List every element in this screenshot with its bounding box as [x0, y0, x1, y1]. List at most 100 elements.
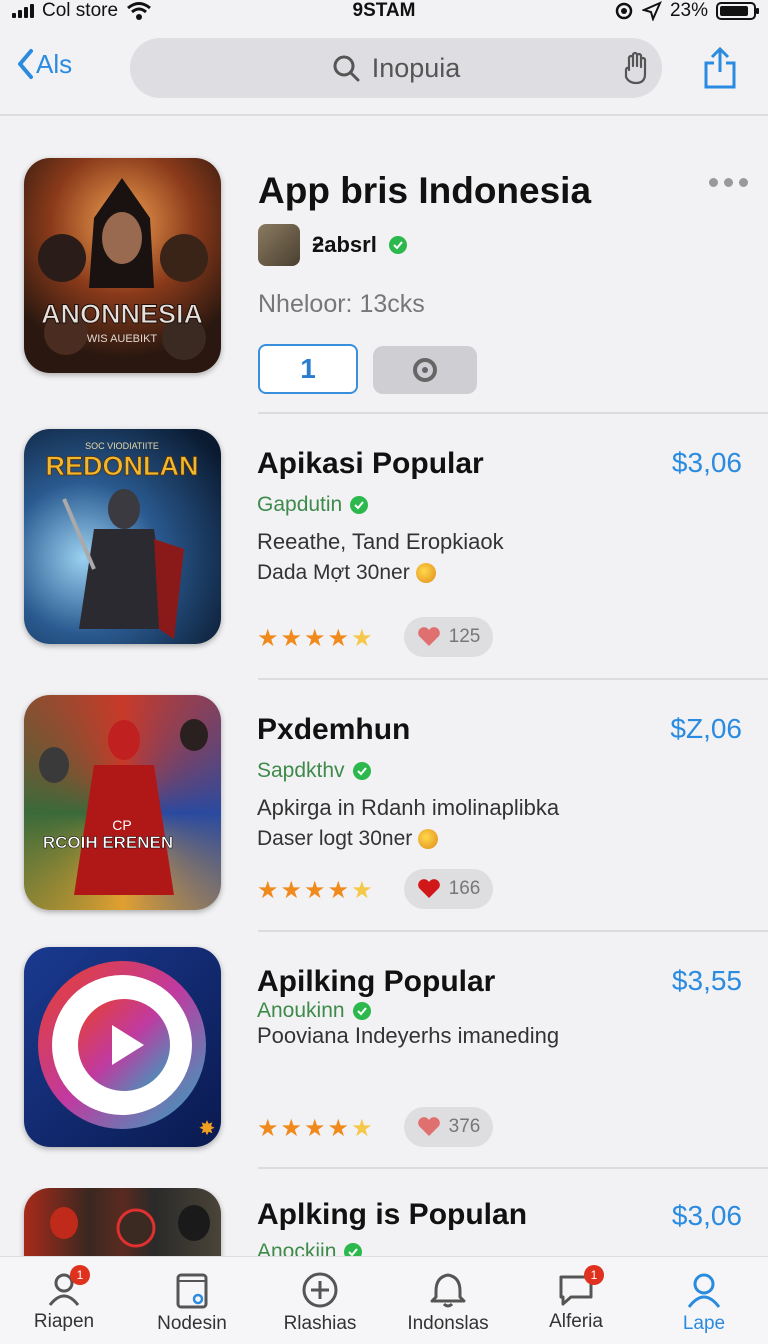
tab-lape[interactable]: Lape — [640, 1257, 768, 1344]
like-button[interactable]: 166 — [404, 869, 493, 909]
app-art-top: SOC VIODIATIITE — [85, 441, 159, 451]
app-name[interactable]: Apikasi Popular — [257, 447, 484, 481]
app-icon[interactable]: ✸ — [24, 947, 221, 1147]
emoji-icon — [418, 829, 439, 849]
verified-icon — [388, 236, 407, 254]
row-divider — [258, 1167, 768, 1169]
star-rating: ★ ★ ★ ★ ★ — [257, 625, 373, 652]
search-input[interactable]: Inopuia — [130, 38, 662, 98]
notification-badge: 1 — [584, 1265, 604, 1285]
location-icon — [641, 1, 662, 21]
refresh-icon — [413, 358, 437, 382]
app-developer[interactable]: Gapdutin — [257, 493, 369, 517]
app-subtitle-text: Daser logt 30ner — [257, 827, 413, 850]
tab-bar: 1 Riapen Nodesin Rlashias Indonslas 1 Al… — [0, 1256, 768, 1344]
heart-icon — [417, 627, 440, 646]
hand-icon[interactable] — [622, 50, 652, 86]
app-subtitle-text: Dada Mợt 30ner — [257, 561, 410, 584]
featured-app-icon[interactable]: ANONNESIA WIS AUEBIKT — [24, 158, 221, 373]
like-count: 166 — [448, 878, 481, 899]
battery-icon — [716, 2, 759, 20]
price-button[interactable]: $3,06 — [672, 1200, 742, 1232]
developer-name: Gapdutin — [257, 493, 343, 516]
battery-percent: 23% — [669, 0, 708, 21]
verified-icon — [344, 1243, 363, 1256]
developer-name: Sapdkthv — [257, 759, 345, 782]
get-button[interactable]: 1 — [258, 344, 358, 394]
bell-icon — [430, 1273, 466, 1308]
featured-art-subtitle: WIS AUEBIKT — [87, 333, 158, 345]
nav-divider — [0, 114, 768, 116]
tab-alferia[interactable]: 1 Alferia — [512, 1257, 640, 1344]
star-rating: ★ ★ ★ ★ ★ — [257, 1115, 373, 1142]
app-developer[interactable]: Anoukinn — [257, 999, 371, 1023]
share-icon[interactable] — [702, 46, 738, 90]
plus-icon — [302, 1272, 338, 1308]
app-icon[interactable]: CP RCOIH ERENEN — [24, 695, 221, 910]
developer-name: ƻabsrl — [312, 232, 377, 257]
app-description: Pooviana Indeyerhs imaneding — [257, 1023, 560, 1048]
app-icon[interactable]: SOC VIODIATIITE REDONLAN — [24, 429, 221, 644]
apps-icon — [176, 1273, 208, 1309]
app-description: Apkirga in Rdanh imolinaplibka — [257, 795, 560, 820]
tab-label: Alferia — [549, 1311, 603, 1332]
featured-title[interactable]: App bris Indonesia — [258, 170, 591, 212]
back-button[interactable]: Als — [16, 48, 72, 80]
app-developer[interactable]: Anockiin — [257, 1240, 363, 1256]
like-button[interactable]: 125 — [404, 617, 493, 657]
verified-icon — [352, 1002, 371, 1020]
emoji-icon — [415, 563, 436, 583]
app-subtitle: Daser logt 30ner — [257, 827, 439, 851]
verified-icon — [350, 496, 369, 514]
tab-rlashias[interactable]: Rlashias — [256, 1257, 384, 1344]
list-item[interactable]: CP RCOIH ERENEN Pxdemhun $Z,06 Sapdkthv … — [0, 695, 768, 935]
app-icon[interactable] — [24, 1188, 221, 1256]
tab-nodesin[interactable]: Nodesin — [128, 1257, 256, 1344]
status-bar: Col store 9STAM 23% — [0, 0, 768, 24]
price-button[interactable]: $Z,06 — [670, 713, 742, 745]
star-rating: ★ ★ ★ ★ ★ — [257, 877, 373, 904]
heart-icon — [417, 1117, 440, 1136]
tab-label: Indonslas — [407, 1313, 489, 1334]
featured-meta: Nheloor: 13cks — [258, 290, 425, 318]
back-label: Als — [36, 48, 73, 79]
like-count: 125 — [448, 626, 481, 647]
developer-name: Anockiin — [257, 1240, 337, 1256]
app-art-title: RCOIH ERENEN — [43, 833, 173, 852]
featured-developer[interactable]: ƻabsrl — [258, 224, 407, 266]
nav-bar: Als Inopuia — [0, 30, 768, 110]
like-count: 376 — [448, 1116, 481, 1137]
profile-icon — [687, 1273, 721, 1308]
developer-logo — [258, 224, 300, 266]
svg-text:✸: ✸ — [199, 1118, 216, 1140]
app-name[interactable]: Pxdemhun — [257, 713, 410, 747]
list-item[interactable]: SOC VIODIATIITE REDONLAN Apikasi Popular… — [0, 429, 768, 669]
price-button[interactable]: $3,55 — [672, 965, 742, 997]
app-subtitle: Dada Mợt 30ner — [257, 561, 436, 585]
row-divider — [258, 678, 768, 680]
list-item[interactable]: Aplking is Populan $3,06 Anockiin — [0, 1188, 768, 1256]
tab-indonslas[interactable]: Indonslas — [384, 1257, 512, 1344]
featured-app[interactable]: ANONNESIA WIS AUEBIKT App bris Indonesia… — [0, 156, 768, 406]
app-name[interactable]: Aplking is Populan — [257, 1198, 527, 1232]
secondary-button[interactable] — [373, 346, 477, 394]
app-name[interactable]: Apilking Popular — [257, 965, 495, 999]
heart-icon — [417, 879, 440, 898]
tab-riapen[interactable]: 1 Riapen — [0, 1257, 128, 1344]
list-item[interactable]: ✸ Apilking Popular $3,55 Anoukinn Poovia… — [0, 947, 768, 1187]
more-options-button[interactable] — [709, 178, 748, 187]
tab-label: Riapen — [33, 1311, 95, 1332]
tab-label: Lape — [682, 1313, 726, 1334]
featured-art-title: ANONNESIA — [41, 299, 203, 329]
price-button[interactable]: $3,06 — [672, 447, 742, 479]
developer-name: Anoukinn — [257, 999, 345, 1022]
app-description: Reeathe, Tand Eropkiaok — [257, 529, 504, 554]
row-divider — [258, 412, 768, 414]
notification-badge: 1 — [70, 1265, 90, 1285]
row-divider — [258, 930, 768, 932]
app-art-title: REDONLAN — [46, 451, 199, 481]
app-developer[interactable]: Sapdkthv — [257, 759, 371, 783]
tab-label: Rlashias — [283, 1313, 357, 1334]
tab-label: Nodesin — [157, 1313, 227, 1334]
like-button[interactable]: 376 — [404, 1107, 493, 1147]
